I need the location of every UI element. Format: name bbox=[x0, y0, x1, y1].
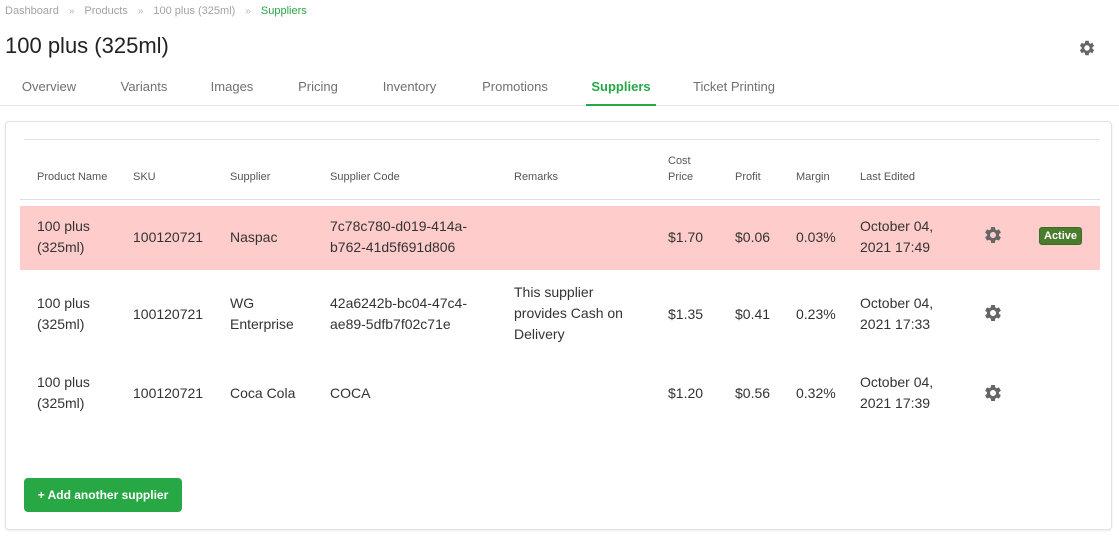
product-name-line: (325ml) bbox=[37, 239, 85, 255]
tab-bar: Overview Variants Images Pricing Invento… bbox=[0, 72, 1119, 106]
cost-price-cell: $1.35 bbox=[668, 306, 704, 322]
product-name-line: 100 plus bbox=[37, 295, 90, 311]
column-header-cost-line: Cost bbox=[668, 155, 691, 167]
column-header-cost-price: Cost Price bbox=[668, 153, 693, 185]
remarks-cell: This supplier provides Cash on Delivery bbox=[514, 282, 623, 345]
supplier-code-cell: 7c78c780-d019-414a- b762-41d5f691d806 bbox=[330, 216, 467, 258]
page-title: 100 plus (325ml) bbox=[5, 33, 169, 58]
last-edited-cell: October 04, 2021 17:39 bbox=[860, 372, 933, 414]
cost-price-cell: $1.70 bbox=[668, 229, 704, 245]
breadcrumb: Dashboard » Products » 100 plus (325ml) … bbox=[5, 5, 307, 17]
breadcrumb-products[interactable]: Products bbox=[84, 5, 127, 17]
margin-cell: 0.03% bbox=[796, 229, 836, 245]
table-row[interactable]: 100 plus (325ml) 100120721 Naspac 7c78c7… bbox=[20, 206, 1100, 270]
column-header-price-line: Price bbox=[668, 171, 694, 183]
gear-icon[interactable] bbox=[1078, 39, 1096, 57]
supplier-code-line: b762-41d5f691d806 bbox=[330, 239, 456, 255]
product-name-cell: 100 plus (325ml) bbox=[37, 372, 90, 414]
tab-pricing[interactable]: Pricing bbox=[291, 72, 345, 106]
last-edited-cell: October 04, 2021 17:33 bbox=[860, 293, 933, 335]
column-header-supplier-code: Supplier Code bbox=[330, 171, 400, 183]
supplier-cell: Naspac bbox=[230, 229, 278, 245]
profit-cell: $0.41 bbox=[735, 306, 771, 322]
supplier-code-cell: 42a6242b-bc04-47c4- ae89-5dfb7f02c71e bbox=[330, 293, 467, 335]
sku-cell: 100120721 bbox=[133, 306, 204, 322]
margin-cell: 0.32% bbox=[796, 385, 836, 401]
breadcrumb-separator: » bbox=[245, 5, 251, 17]
last-edited-line: October 04, bbox=[860, 295, 934, 311]
last-edited-line: 2021 17:49 bbox=[860, 239, 931, 255]
product-name-line: 100 plus bbox=[37, 374, 90, 390]
tab-suppliers[interactable]: Suppliers bbox=[586, 72, 656, 106]
last-edited-line: 2021 17:39 bbox=[860, 395, 931, 411]
table-row[interactable]: 100 plus (325ml) 100120721 Coca Cola COC… bbox=[20, 362, 1100, 426]
last-edited-line: 2021 17:33 bbox=[860, 316, 931, 332]
product-name-cell: 100 plus (325ml) bbox=[37, 293, 90, 335]
product-name-line: 100 plus bbox=[37, 218, 90, 234]
column-header-sku: SKU bbox=[133, 171, 156, 183]
column-header-product-name: Product Name bbox=[37, 171, 108, 183]
cost-price-cell: $1.20 bbox=[668, 385, 704, 401]
tab-overview[interactable]: Overview bbox=[16, 72, 82, 106]
profit-cell: $0.06 bbox=[735, 229, 771, 245]
tab-promotions[interactable]: Promotions bbox=[475, 72, 555, 106]
supplier-cell: WG Enterprise bbox=[230, 293, 294, 335]
last-edited-line: October 04, bbox=[860, 218, 934, 234]
supplier-code-line: ae89-5dfb7f02c71e bbox=[330, 316, 451, 332]
supplier-code-line: 7c78c780-d019-414a- bbox=[330, 218, 467, 234]
breadcrumb-separator: » bbox=[68, 5, 75, 17]
breadcrumb-separator: » bbox=[137, 5, 144, 17]
product-name-line: (325ml) bbox=[37, 395, 85, 411]
table-header: Product Name SKU Supplier Supplier Code … bbox=[20, 150, 1100, 200]
tab-images[interactable]: Images bbox=[205, 72, 259, 106]
column-header-supplier: Supplier bbox=[230, 171, 271, 183]
remarks-line: Delivery bbox=[514, 326, 565, 342]
last-edited-line: October 04, bbox=[860, 374, 934, 390]
column-header-profit: Profit bbox=[735, 171, 761, 183]
divider bbox=[24, 139, 1100, 140]
tab-variants[interactable]: Variants bbox=[113, 72, 175, 106]
status-badge: Active bbox=[1039, 227, 1083, 245]
tab-inventory[interactable]: Inventory bbox=[376, 72, 443, 106]
supplier-line: Enterprise bbox=[230, 316, 294, 332]
tab-ticket-printing[interactable]: Ticket Printing bbox=[689, 72, 779, 106]
column-header-last-edited: Last Edited bbox=[860, 171, 916, 183]
table-row[interactable]: 100 plus (325ml) 100120721 WG Enterprise… bbox=[20, 276, 1100, 352]
product-name-cell: 100 plus (325ml) bbox=[37, 216, 90, 258]
column-header-remarks: Remarks bbox=[514, 171, 559, 183]
sku-cell: 100120721 bbox=[133, 229, 204, 245]
supplier-code-line: 42a6242b-bc04-47c4- bbox=[330, 295, 467, 311]
product-name-line: (325ml) bbox=[37, 316, 85, 332]
supplier-line: WG bbox=[230, 295, 255, 311]
gear-icon[interactable] bbox=[983, 383, 1003, 403]
supplier-code-cell: COCA bbox=[330, 385, 371, 401]
remarks-line: provides Cash on bbox=[514, 305, 623, 321]
breadcrumb-suppliers: Suppliers bbox=[260, 5, 307, 17]
add-supplier-button[interactable]: + Add another supplier bbox=[24, 478, 182, 512]
sku-cell: 100120721 bbox=[133, 385, 204, 401]
gear-icon[interactable] bbox=[983, 225, 1003, 245]
last-edited-cell: October 04, 2021 17:49 bbox=[860, 216, 933, 258]
gear-icon[interactable] bbox=[983, 303, 1003, 323]
breadcrumb-dashboard[interactable]: Dashboard bbox=[5, 5, 59, 17]
margin-cell: 0.23% bbox=[796, 306, 836, 322]
profit-cell: $0.56 bbox=[735, 385, 771, 401]
supplier-cell: Coca Cola bbox=[230, 385, 296, 401]
column-header-margin: Margin bbox=[796, 171, 830, 183]
remarks-line: This supplier bbox=[514, 284, 594, 300]
breadcrumb-product[interactable]: 100 plus (325ml) bbox=[153, 5, 235, 17]
